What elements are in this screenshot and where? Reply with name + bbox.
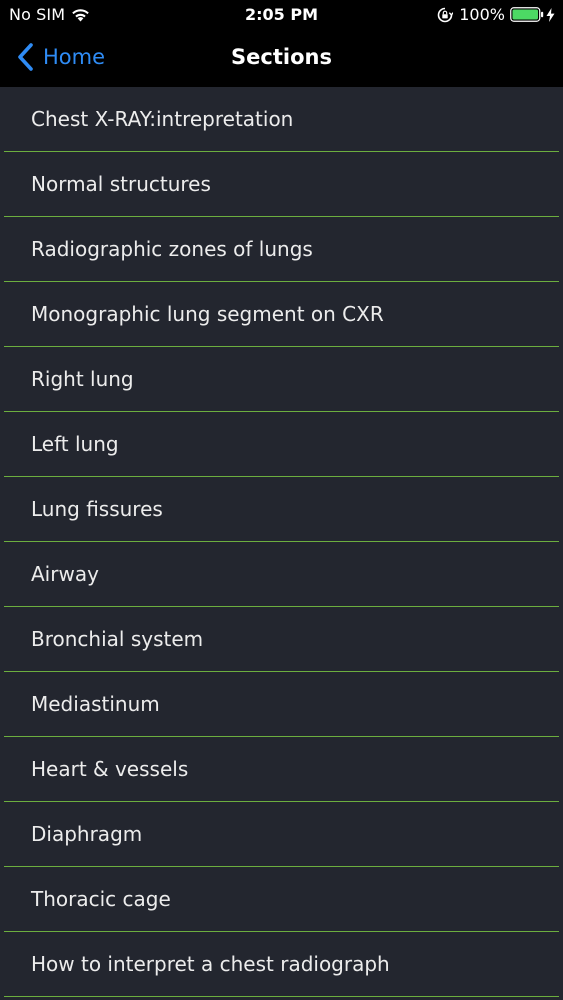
list-item[interactable]: Left lung — [0, 412, 563, 477]
divider — [4, 996, 559, 997]
list-item-label: Mediastinum — [31, 692, 160, 716]
list-item[interactable]: Radiographic zones of lungs — [0, 217, 563, 282]
list-item-label: Diaphragm — [31, 822, 143, 846]
list-item-label: Radiographic zones of lungs — [31, 237, 313, 261]
list-item[interactable]: Chest X-RAY:intrepretation — [0, 87, 563, 152]
status-right: 100% — [437, 5, 555, 24]
list-item[interactable]: Lung fissures — [0, 477, 563, 542]
battery-percent: 100% — [459, 5, 505, 24]
list-item-label: Airway — [31, 562, 99, 586]
list-item-label: Chest X-RAY:intrepretation — [31, 107, 294, 131]
list-item-label: Right lung — [31, 367, 134, 391]
list-item-label: Normal structures — [31, 172, 211, 196]
list-item[interactable]: Bronchial system — [0, 607, 563, 672]
list-item-label: Thoracic cage — [31, 887, 171, 911]
list-item[interactable]: Thoracic cage — [0, 867, 563, 932]
list-item[interactable]: How to interpret a chest radiograph — [0, 932, 563, 997]
list-item[interactable]: Heart & vessels — [0, 737, 563, 802]
navigation-bar: Home Sections — [0, 30, 563, 87]
list-item[interactable]: Monographic lung segment on CXR — [0, 282, 563, 347]
list-item[interactable]: Right lung — [0, 347, 563, 412]
list-item-label: Bronchial system — [31, 627, 204, 651]
list-item-label: Monographic lung segment on CXR — [31, 302, 384, 326]
battery-icon — [510, 7, 544, 22]
sections-list: Chest X-RAY:intrepretation Normal struct… — [0, 87, 563, 997]
page-title: Sections — [231, 45, 332, 69]
list-item[interactable]: Normal structures — [0, 152, 563, 217]
list-item-label: Lung fissures — [31, 497, 163, 521]
status-bar: No SIM 2:05 PM 100% — [0, 0, 563, 30]
charging-bolt-icon — [546, 7, 555, 22]
list-item[interactable]: Diaphragm — [0, 802, 563, 867]
list-item-label: Heart & vessels — [31, 757, 189, 781]
orientation-lock-icon — [437, 7, 454, 22]
list-item[interactable]: Airway — [0, 542, 563, 607]
list-item-label: How to interpret a chest radiograph — [31, 952, 390, 976]
list-item[interactable]: Mediastinum — [0, 672, 563, 737]
list-item-label: Left lung — [31, 432, 119, 456]
